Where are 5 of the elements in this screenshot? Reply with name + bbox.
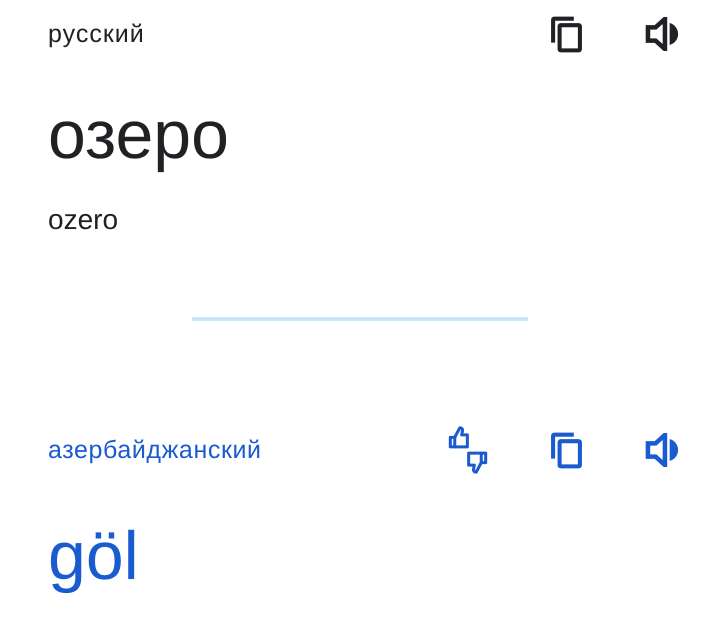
translation-text: göl: [48, 517, 140, 596]
source-language-label: русский: [48, 19, 146, 49]
target-language-label: азербайджанский: [48, 435, 263, 465]
transliteration-text: ozero: [48, 203, 120, 237]
source-text: озеро: [48, 96, 230, 175]
